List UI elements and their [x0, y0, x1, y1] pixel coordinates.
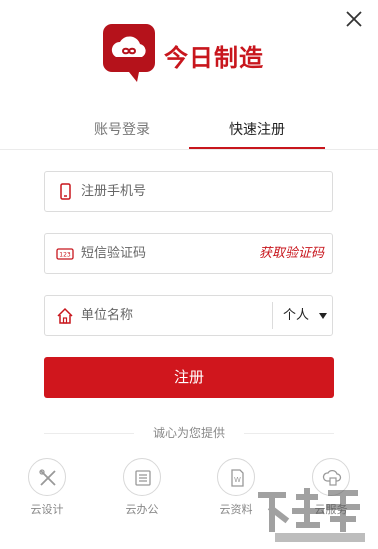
unit-name-field[interactable]: 单位名称 个人 [44, 295, 333, 336]
sms-code-icon: 123 [56, 248, 74, 260]
slogan-divider-left [44, 433, 134, 434]
phone-placeholder: 注册手机号 [81, 184, 147, 199]
watermark-logo [255, 485, 375, 545]
auth-tabs: 账号登录 快速注册 [0, 118, 378, 152]
tab-quick-register-label: 快速注册 [229, 122, 285, 138]
service-cloud-design[interactable]: 云设计 [22, 458, 72, 517]
account-type-value: 个人 [283, 308, 310, 323]
service-label: 云设计 [30, 503, 64, 516]
close-button[interactable] [343, 8, 365, 30]
slogan-text: 诚心为您提供 [152, 426, 225, 440]
unit-name-placeholder: 单位名称 [81, 308, 134, 323]
service-cloud-documents[interactable]: W 云资料 [211, 458, 261, 517]
mobile-phone-icon [60, 183, 71, 200]
phone-field[interactable]: 注册手机号 [44, 171, 333, 212]
service-circle: W [217, 458, 255, 496]
design-tools-icon [39, 469, 56, 486]
cloud-logo-icon [103, 24, 155, 82]
tab-account-login[interactable]: 账号登录 [55, 118, 189, 149]
sms-code-field[interactable]: 123 短信验证码 获取验证码 [44, 233, 333, 274]
app-logo [103, 24, 159, 82]
service-label: 云办公 [125, 503, 159, 516]
get-code-button[interactable]: 获取验证码 [259, 234, 324, 273]
svg-text:123: 123 [59, 252, 71, 259]
tabs-divider [0, 149, 378, 150]
brand-name: 今日制造 [164, 44, 264, 72]
close-icon [346, 11, 362, 27]
watermark-icon [258, 488, 365, 542]
service-label: 云资料 [219, 503, 253, 516]
service-circle [28, 458, 66, 496]
register-button[interactable]: 注册 [44, 357, 334, 398]
account-type-select[interactable]: 个人 [272, 302, 332, 329]
chevron-down-icon [319, 313, 327, 319]
slogan-divider-right [244, 433, 334, 434]
home-icon [57, 307, 73, 324]
service-circle [123, 458, 161, 496]
svg-text:W: W [234, 476, 241, 484]
sms-code-placeholder: 短信验证码 [81, 246, 147, 261]
service-cloud-office[interactable]: 云办公 [117, 458, 167, 517]
document-icon: W [231, 469, 244, 487]
tab-quick-register[interactable]: 快速注册 [189, 118, 325, 149]
office-list-icon [135, 470, 151, 486]
